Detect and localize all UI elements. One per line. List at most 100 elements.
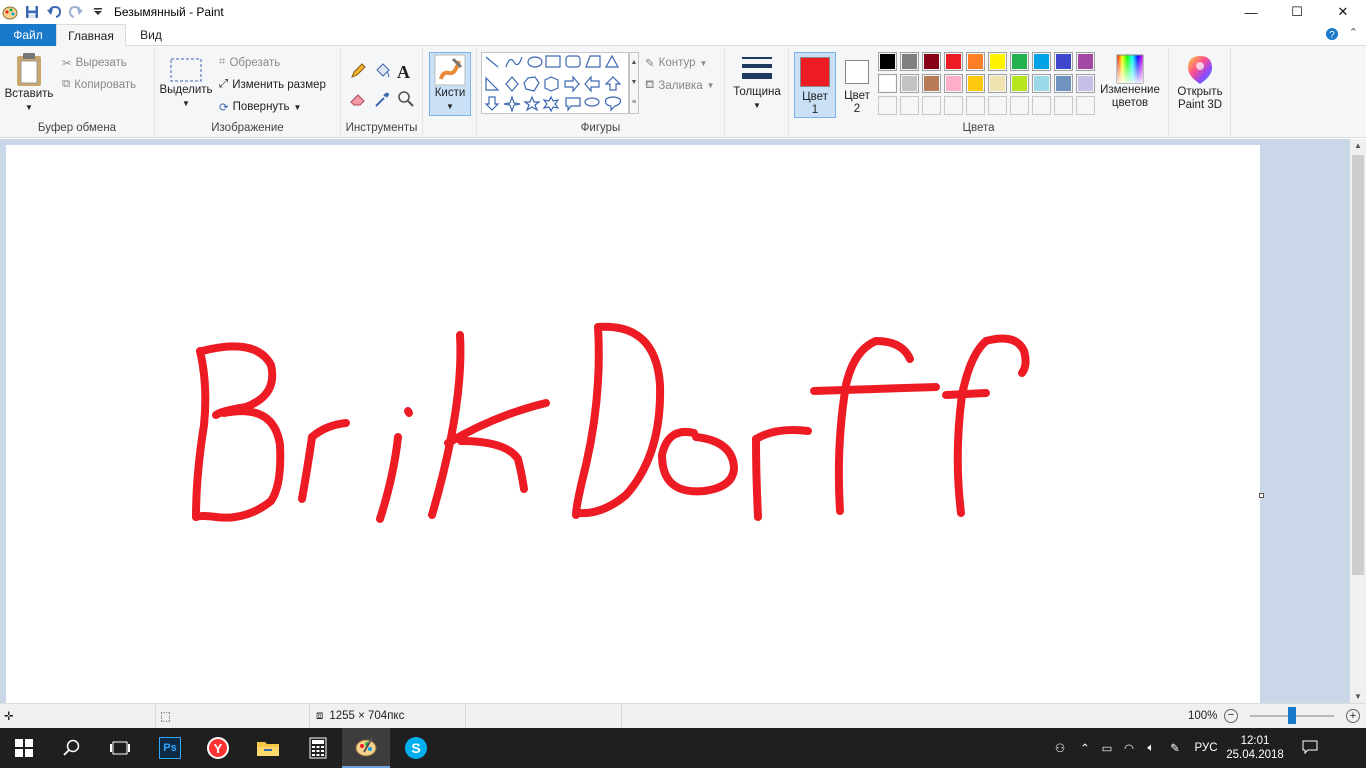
redo-icon[interactable] xyxy=(68,4,84,20)
yandex-browser-taskbar-button[interactable]: Y xyxy=(194,728,242,768)
palette-empty-swatch[interactable] xyxy=(922,96,941,115)
tab-file[interactable]: Файл xyxy=(0,24,56,46)
palette-color-swatch[interactable] xyxy=(1010,52,1029,71)
zoom-out-icon[interactable]: − xyxy=(1224,709,1238,723)
palette-empty-swatch[interactable] xyxy=(1076,96,1095,115)
tab-view[interactable]: Вид xyxy=(128,24,174,46)
crop-button[interactable]: ⌗ Обрезать xyxy=(219,56,280,69)
collapse-ribbon-icon[interactable]: ⌃ xyxy=(1349,26,1358,39)
minimize-button[interactable]: — xyxy=(1228,0,1274,24)
clock[interactable]: 12:01 25.04.2018 xyxy=(1224,734,1286,762)
shapes-gallery-scroll[interactable]: ▲ ▼ ≡ xyxy=(629,52,639,114)
network-wifi-icon[interactable]: ◠ xyxy=(1118,741,1140,755)
undo-icon[interactable] xyxy=(46,4,62,20)
task-view-button[interactable] xyxy=(96,728,144,768)
palette-color-swatch[interactable] xyxy=(878,74,897,93)
scrollbar-thumb[interactable] xyxy=(1352,155,1364,575)
palette-empty-swatch[interactable] xyxy=(900,96,919,115)
palette-color-swatch[interactable] xyxy=(900,52,919,71)
brushes-button[interactable]: Кисти ▼ xyxy=(429,52,471,116)
zoom-in-icon[interactable]: + xyxy=(1346,709,1360,723)
palette-color-swatch[interactable] xyxy=(878,52,897,71)
save-icon[interactable] xyxy=(24,4,40,20)
palette-empty-swatch[interactable] xyxy=(966,96,985,115)
fill-tool[interactable] xyxy=(373,62,391,80)
palette-color-swatch[interactable] xyxy=(1076,74,1095,93)
palette-color-swatch[interactable] xyxy=(1032,52,1051,71)
resize-icon: ⤢ xyxy=(219,78,229,90)
tab-home[interactable]: Главная xyxy=(56,24,126,47)
battery-icon[interactable]: ▭ xyxy=(1096,741,1118,755)
palette-empty-swatch[interactable] xyxy=(878,96,897,115)
show-hidden-icons-icon[interactable]: ⌃ xyxy=(1074,741,1096,755)
skype-taskbar-button[interactable]: S xyxy=(392,728,440,768)
calculator-taskbar-button[interactable] xyxy=(294,728,342,768)
palette-color-swatch[interactable] xyxy=(988,52,1007,71)
copy-button[interactable]: ⧉ Копировать xyxy=(62,78,136,91)
size-group: Толщина ▼ xyxy=(725,48,789,136)
input-language[interactable]: РУС xyxy=(1188,742,1224,754)
color2-button[interactable]: Цвет 2 xyxy=(839,52,875,118)
pencil-tool[interactable] xyxy=(349,62,367,80)
palette-color-swatch[interactable] xyxy=(944,74,963,93)
palette-color-swatch[interactable] xyxy=(1010,74,1029,93)
palette-color-swatch[interactable] xyxy=(1054,52,1073,71)
palette-color-swatch[interactable] xyxy=(922,52,941,71)
yandex-browser-icon: Y xyxy=(207,737,229,759)
people-icon[interactable]: ⚇ xyxy=(1046,741,1074,755)
action-center-icon[interactable] xyxy=(1286,740,1334,757)
customize-toolbar-icon[interactable] xyxy=(90,4,106,20)
scissors-icon: ✂ xyxy=(62,58,72,70)
shapes-gallery[interactable] xyxy=(481,52,629,114)
zoom-slider-thumb[interactable] xyxy=(1288,707,1296,724)
start-button[interactable] xyxy=(0,728,48,768)
maximize-button[interactable]: ☐ xyxy=(1274,0,1320,24)
palette-empty-swatch[interactable] xyxy=(1010,96,1029,115)
pen-workspace-icon[interactable]: ✎ xyxy=(1162,741,1188,755)
palette-empty-swatch[interactable] xyxy=(944,96,963,115)
palette-empty-swatch[interactable] xyxy=(988,96,1007,115)
palette-color-swatch[interactable] xyxy=(988,74,1007,93)
drawing-canvas[interactable] xyxy=(6,145,1260,703)
outline-button[interactable]: ✎ Контур ▼ xyxy=(645,56,707,70)
palette-empty-swatch[interactable] xyxy=(1032,96,1051,115)
scroll-up-icon[interactable]: ▲ xyxy=(1350,141,1366,150)
color1-button[interactable]: Цвет 1 xyxy=(794,52,836,118)
text-tool[interactable]: A xyxy=(397,62,410,83)
rotate-button[interactable]: ⟳ Повернуть ▼ xyxy=(219,100,301,114)
close-button[interactable]: ✕ xyxy=(1320,0,1366,24)
help-icon[interactable]: ? xyxy=(1324,26,1340,42)
resize-button[interactable]: ⤢ Изменить размер xyxy=(219,78,326,91)
cut-button[interactable]: ✂ Вырезать xyxy=(62,56,127,70)
paint-taskbar-button[interactable] xyxy=(342,728,390,768)
palette-color-swatch[interactable] xyxy=(922,74,941,93)
paste-icon xyxy=(17,53,41,86)
palette-color-swatch[interactable] xyxy=(1076,52,1095,71)
palette-color-swatch[interactable] xyxy=(1054,74,1073,93)
select-button[interactable]: Выделить ▼ xyxy=(159,56,213,110)
photoshop-taskbar-button[interactable]: Ps xyxy=(146,728,194,768)
fill-icon: ⛾ xyxy=(645,79,655,91)
palette-color-swatch[interactable] xyxy=(966,74,985,93)
fill-button[interactable]: ⛾ Заливка ▼ xyxy=(645,78,715,93)
edit-colors-button[interactable]: Изменение цветов xyxy=(1097,54,1163,110)
color-picker-tool[interactable] xyxy=(373,90,391,108)
vertical-scrollbar[interactable]: ▲ ▼ xyxy=(1350,139,1366,703)
palette-color-swatch[interactable] xyxy=(944,52,963,71)
size-button[interactable]: Толщина ▼ xyxy=(729,54,785,112)
palette-empty-swatch[interactable] xyxy=(1054,96,1073,115)
file-explorer-taskbar-button[interactable] xyxy=(244,728,292,768)
palette-color-swatch[interactable] xyxy=(1032,74,1051,93)
palette-color-swatch[interactable] xyxy=(966,52,985,71)
open-paint3d-button[interactable]: Открыть Paint 3D xyxy=(1171,54,1229,112)
paste-button[interactable]: Вставить ▼ xyxy=(4,52,54,114)
scroll-down-icon[interactable]: ▼ xyxy=(1350,692,1366,701)
windows-taskbar: Ps Y S ⚇ ⌃ ▭ ◠ 🔈︎ ✎ РУС 12:01 25.04.2018 xyxy=(0,728,1366,768)
palette-color-swatch[interactable] xyxy=(900,74,919,93)
magnifier-tool[interactable] xyxy=(397,90,415,108)
eraser-tool[interactable] xyxy=(349,90,367,108)
volume-icon[interactable]: 🔈︎ xyxy=(1140,742,1162,755)
paint-app-icon[interactable] xyxy=(2,4,18,20)
search-button[interactable] xyxy=(48,728,96,768)
canvas-resize-handle[interactable] xyxy=(1259,493,1264,498)
